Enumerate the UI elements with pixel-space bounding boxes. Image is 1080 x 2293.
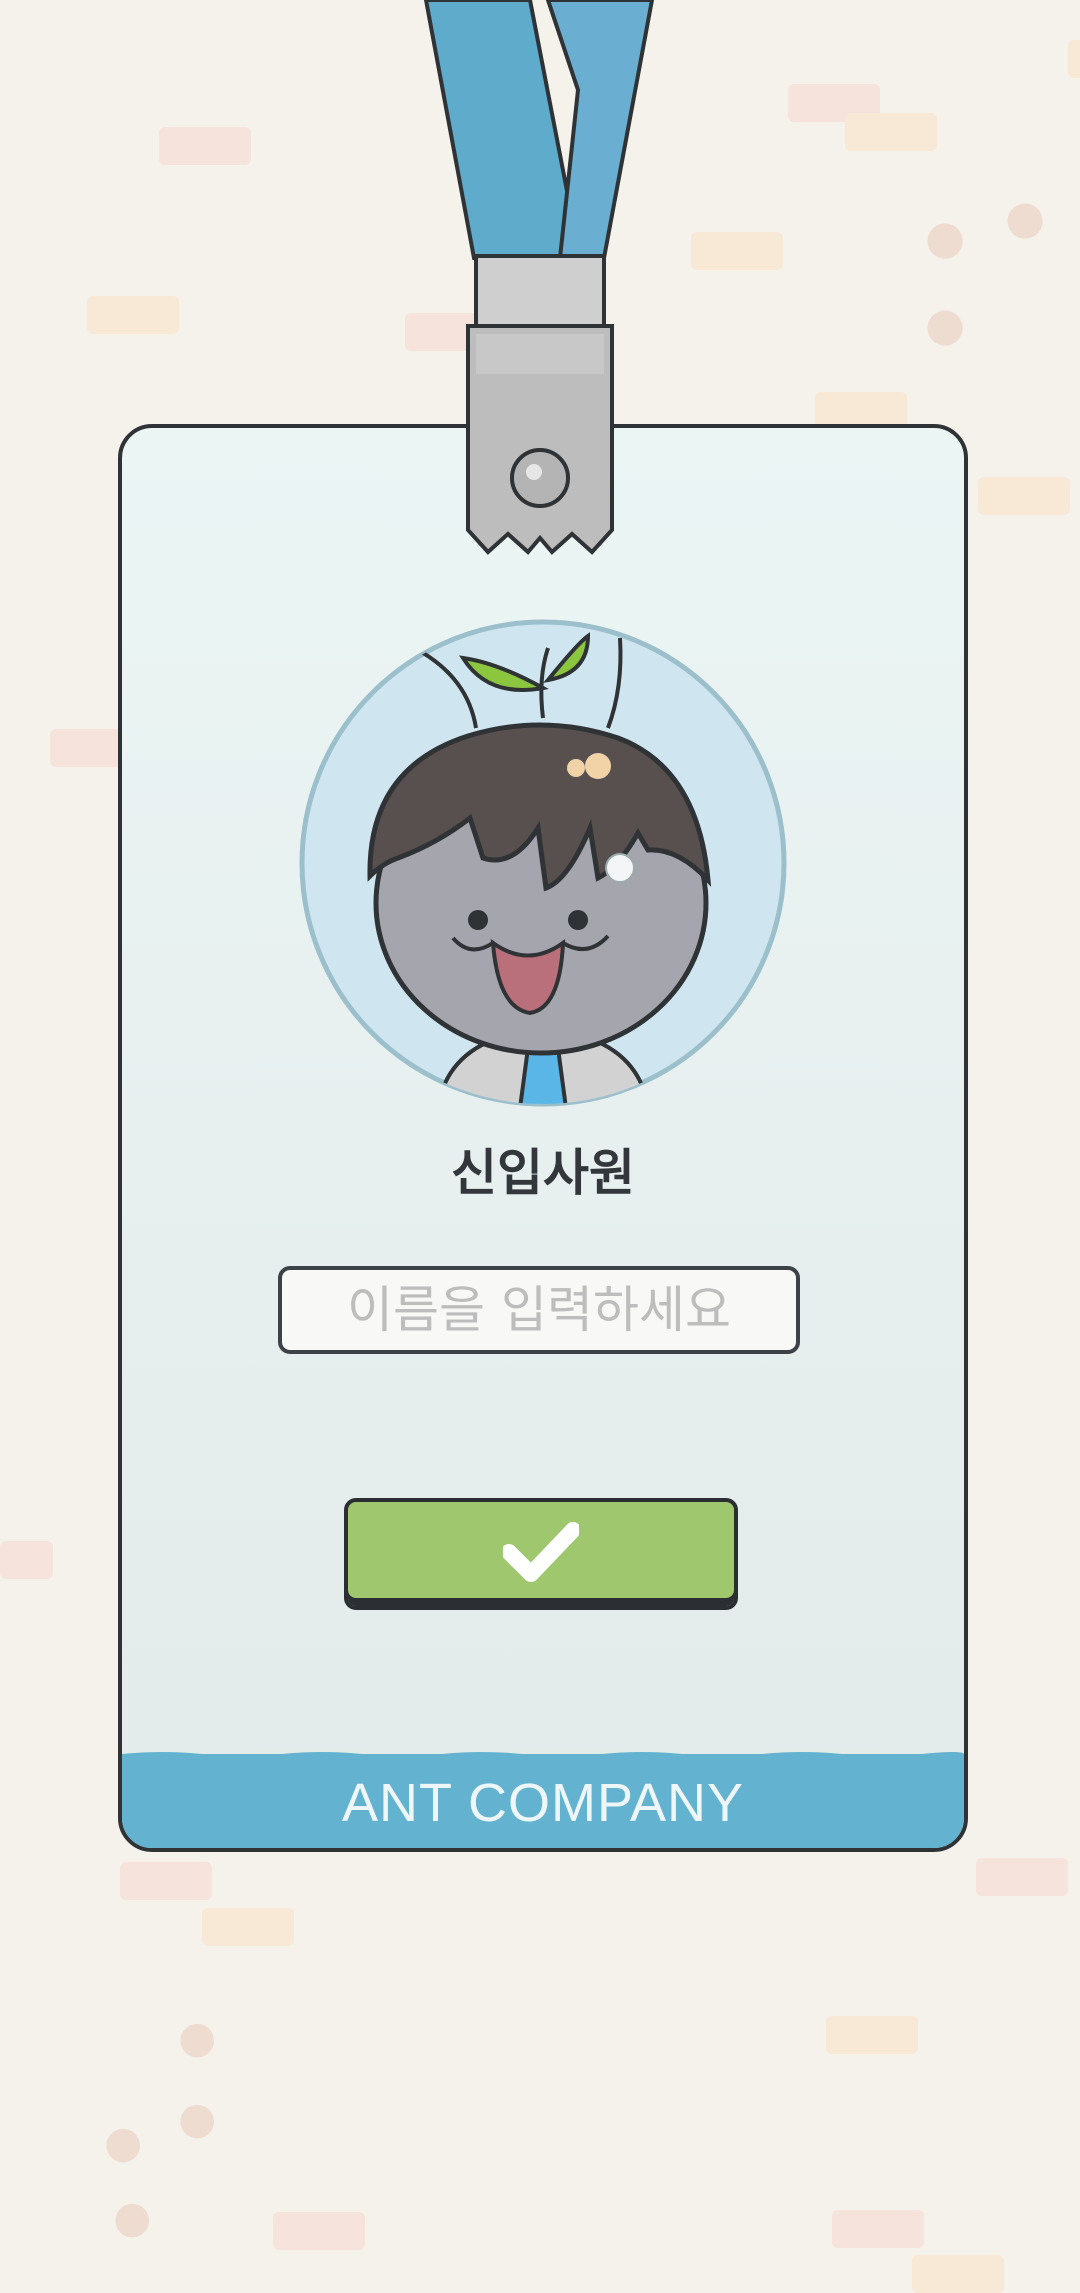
lanyard (423, 0, 655, 555)
paw-print-icon: ● (113, 2192, 152, 2243)
company-name: ANT COMPANY (341, 1773, 745, 1833)
confirm-button[interactable] (344, 1498, 738, 1610)
paw-print-icon: ● (104, 2117, 143, 2168)
id-card: 신입사원 ANT COMPANY (118, 424, 968, 1852)
ant-employee-avatar (299, 619, 787, 1107)
paw-print-icon: ● (178, 2012, 217, 2063)
avatar (298, 618, 788, 1108)
card-footer: ANT COMPANY (122, 1752, 964, 1848)
name-input[interactable] (278, 1266, 800, 1354)
paw-print-icon: ● (178, 2093, 217, 2144)
lanyard-clip (466, 324, 614, 555)
role-title: 신입사원 (451, 1144, 635, 1202)
checkmark-icon (501, 1522, 581, 1586)
